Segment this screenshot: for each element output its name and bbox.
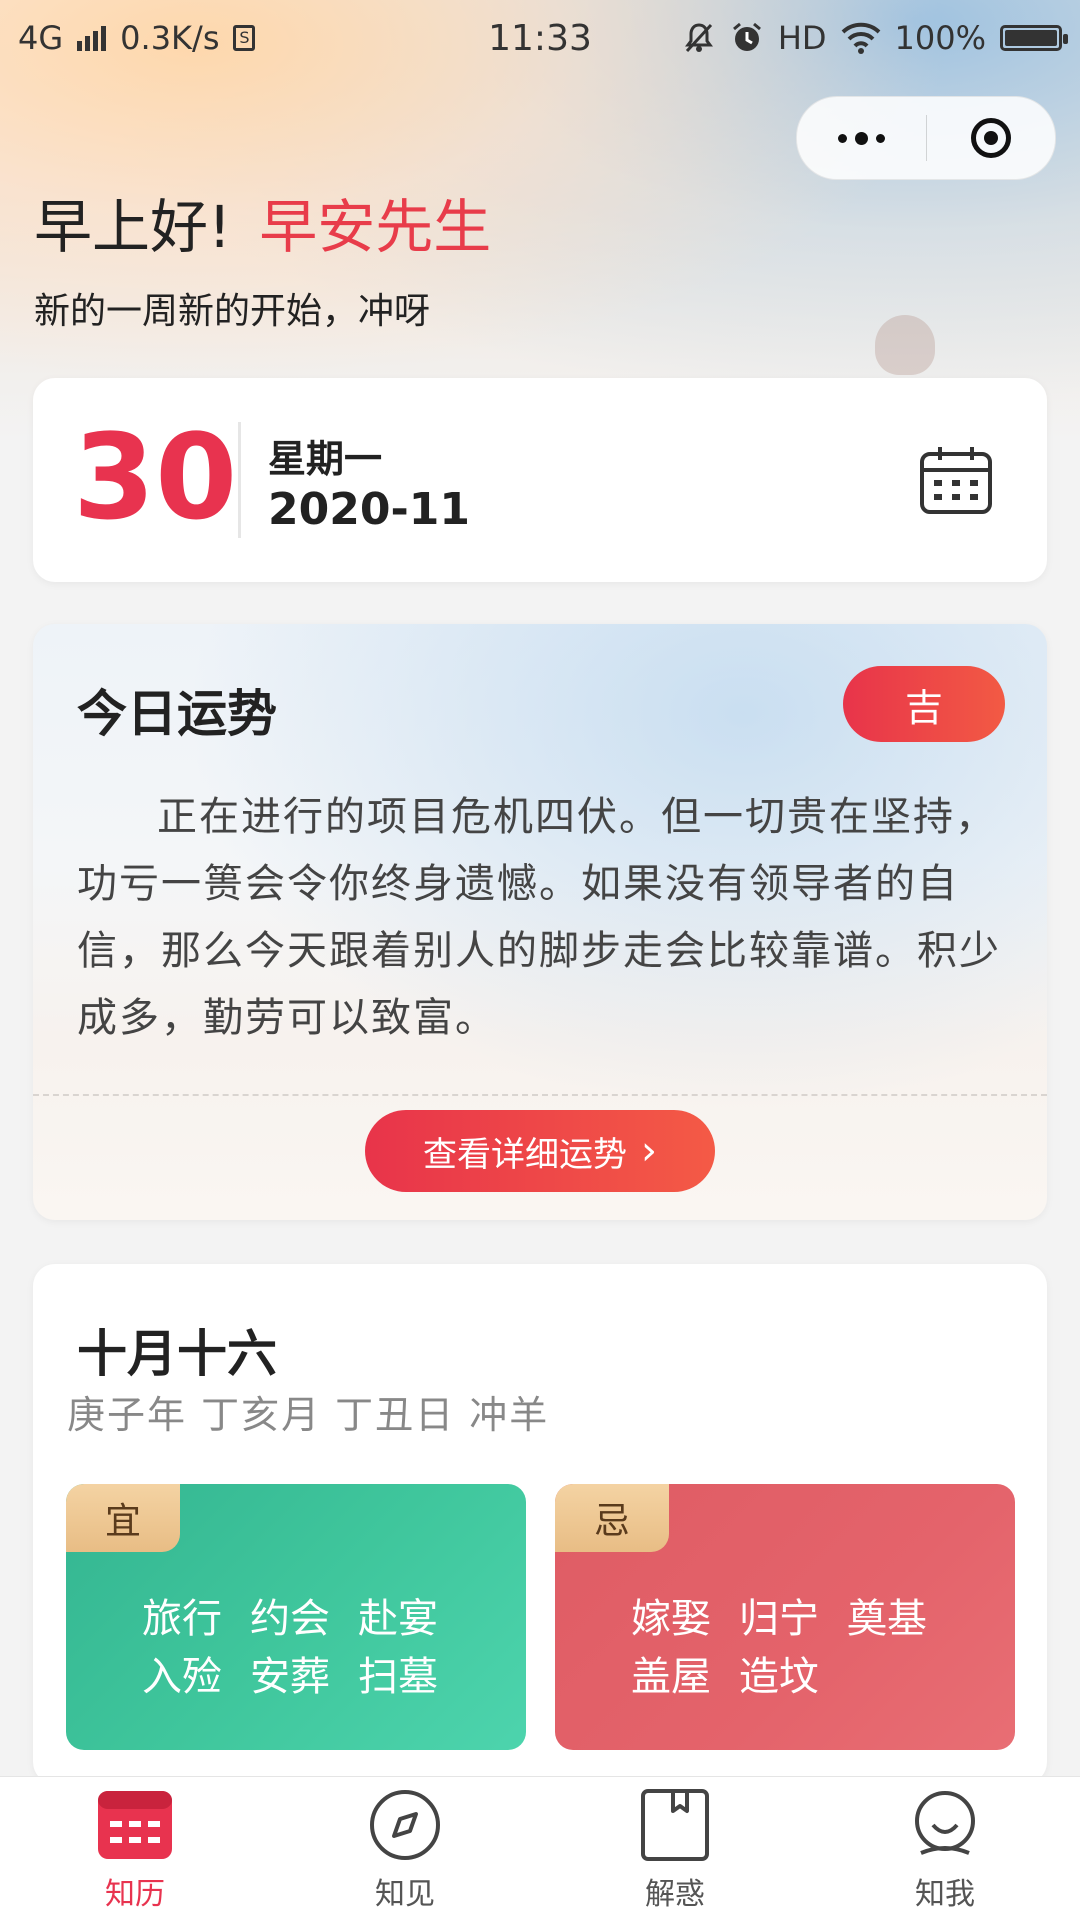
compass-icon	[370, 1790, 440, 1860]
user-icon	[915, 1791, 975, 1855]
suitable-item: 旅行	[142, 1596, 222, 1642]
suitable-item: 入殓	[142, 1654, 222, 1700]
more-dots-icon	[837, 131, 885, 145]
tab-label: 知我	[915, 1877, 975, 1912]
battery-percent: 100%	[894, 19, 986, 57]
avoid-item: 盖屋	[631, 1654, 711, 1700]
close-button[interactable]	[927, 97, 1056, 179]
date-card[interactable]: 30 星期一 2020-11	[33, 378, 1047, 582]
greeting-hello: 早上好!	[34, 193, 232, 261]
tab-label: 知见	[375, 1877, 435, 1912]
background-figure	[875, 315, 935, 375]
greeting-name: 早安先生	[259, 193, 492, 261]
avoid-item: 奠基	[847, 1596, 927, 1642]
avoid-item: 造坟	[739, 1654, 819, 1700]
status-bar: 4G 0.3K/s S 11:33 HD 100%	[0, 0, 1080, 76]
signal-icon	[77, 25, 107, 51]
mute-bell-icon	[684, 23, 713, 53]
date-divider	[238, 422, 241, 538]
network-speed: 0.3K/s	[120, 19, 220, 57]
book-icon	[641, 1789, 709, 1861]
fortune-title: 今日运势	[77, 685, 277, 743]
wifi-icon	[841, 22, 880, 54]
calendar-tab-icon	[98, 1791, 172, 1859]
suitable-item: 安葬	[250, 1654, 330, 1700]
more-button[interactable]	[797, 97, 926, 179]
view-detailed-fortune-button[interactable]: 查看详细运势 ›	[365, 1110, 715, 1192]
alarm-icon	[732, 22, 761, 51]
ganzhi-text: 庚子年 丁亥月 丁丑日 冲羊	[67, 1393, 550, 1437]
greeting-subtitle: 新的一周新的开始，冲呀	[34, 291, 431, 332]
tab-label: 解惑	[645, 1877, 705, 1912]
dashed-divider	[33, 1094, 1047, 1096]
tab-jiehuo[interactable]: 解惑	[540, 1777, 810, 1921]
calendar-icon[interactable]	[918, 444, 994, 516]
year-month: 2020-11	[268, 484, 470, 535]
target-icon	[970, 118, 1011, 158]
network-type: 4G	[18, 19, 64, 57]
avoid-items: 嫁娶 归宁 奠基 盖屋 造坟	[631, 1594, 961, 1702]
avoid-panel[interactable]: 忌 嫁娶 归宁 奠基 盖屋 造坟	[555, 1484, 1015, 1750]
suitable-panel[interactable]: 宜 旅行 约会 赴宴 入殓 安葬 扫墓	[66, 1484, 526, 1750]
fortune-text: 正在进行的项目危机四伏。但一切贵在坚持，功亏一篑会令你终身遗憾。如果没有领导者的…	[77, 794, 1001, 1041]
avoid-tag: 忌	[555, 1484, 669, 1552]
suitable-item: 扫墓	[358, 1654, 438, 1700]
detail-button-label: 查看详细运势	[423, 1134, 627, 1175]
lunar-card: 十月十六 庚子年 丁亥月 丁丑日 冲羊 宜 旅行 约会 赴宴 入殓 安葬 扫墓 …	[33, 1264, 1047, 1784]
tab-zhijian[interactable]: 知见	[270, 1777, 540, 1921]
chevron-right-icon: ›	[641, 1128, 657, 1174]
greeting: 早上好! 早安先生	[34, 180, 491, 264]
suitable-tag: 宜	[66, 1484, 180, 1552]
hd-indicator: HD	[777, 19, 827, 57]
bottom-tab-bar: 知历 知见 解惑 知我	[0, 1776, 1080, 1921]
tab-zhili[interactable]: 知历	[0, 1777, 270, 1921]
tab-zhiwo[interactable]: 知我	[810, 1777, 1080, 1921]
tab-label: 知历	[105, 1877, 165, 1912]
day-number: 30	[73, 408, 238, 546]
suitable-item: 赴宴	[358, 1596, 438, 1642]
avoid-item: 嫁娶	[631, 1596, 711, 1642]
weekday: 星期一	[268, 437, 383, 481]
miniprogram-capsule	[796, 96, 1056, 180]
fortune-card: 今日运势 吉 正在进行的项目危机四伏。但一切贵在坚持，功亏一篑会令你终身遗憾。如…	[33, 624, 1047, 1220]
fortune-badge: 吉	[843, 666, 1005, 742]
suitable-item: 约会	[250, 1596, 330, 1642]
suitable-items: 旅行 约会 赴宴 入殓 安葬 扫墓	[142, 1594, 472, 1702]
lunar-date-title: 十月十六	[77, 1325, 277, 1383]
sim-icon: S	[233, 25, 256, 51]
avoid-item: 归宁	[739, 1596, 819, 1642]
battery-icon	[1000, 25, 1068, 51]
